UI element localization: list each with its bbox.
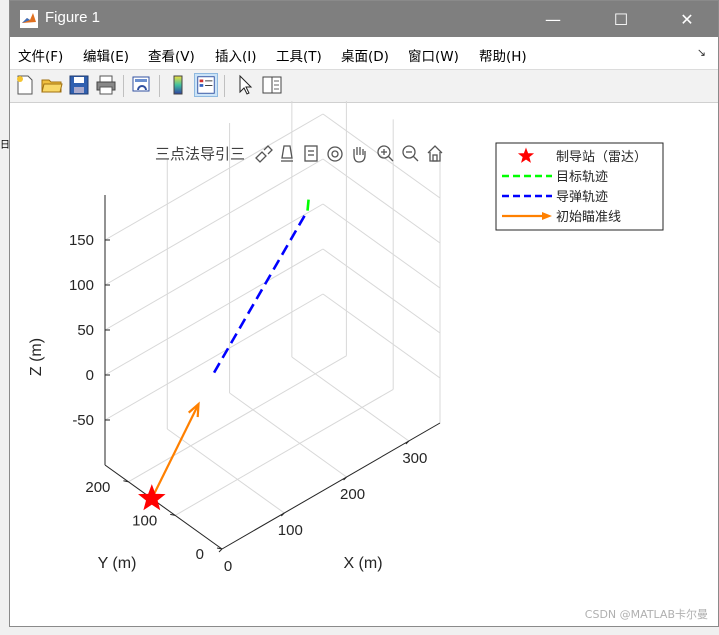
- matlab-icon: [20, 10, 38, 28]
- z-axis-label: Z (m): [28, 338, 45, 376]
- x-axis-label: X (m): [343, 555, 382, 572]
- plot-data: [138, 194, 311, 511]
- new-file-icon[interactable]: [13, 73, 37, 97]
- grid-line: [128, 355, 347, 483]
- grid-line: [104, 248, 324, 376]
- z-tick-label: 0: [86, 367, 94, 384]
- grid-line: [104, 203, 324, 331]
- grid-line: [229, 392, 347, 478]
- pointer-icon[interactable]: [233, 73, 257, 97]
- chart-title: 三点法导引三: [155, 146, 245, 163]
- series-line-目标轨迹: [306, 194, 311, 211]
- menu-tools[interactable]: 工具(T): [276, 45, 322, 65]
- menu-edit[interactable]: 编辑(E): [83, 45, 129, 65]
- y-tick-label: 100: [132, 512, 157, 529]
- station-marker: [138, 484, 166, 511]
- pan-icon[interactable]: [353, 147, 366, 163]
- rotate-3d-icon[interactable]: [327, 146, 343, 162]
- watermark: CSDN @MATLAB卡尔曼: [584, 608, 708, 621]
- menu-help[interactable]: 帮助(H): [479, 45, 527, 65]
- z-tick-label: 150: [69, 232, 94, 249]
- data-cursor-icon[interactable]: [304, 145, 318, 162]
- menu-window[interactable]: 窗口(W): [408, 45, 459, 65]
- grid-line: [322, 203, 441, 289]
- z-tick-label: 50: [77, 322, 94, 339]
- grid-line: [104, 158, 324, 286]
- legend-icon[interactable]: [194, 73, 218, 97]
- menu-desktop[interactable]: 桌面(D): [341, 45, 389, 65]
- legend-entry-label: 目标轨迹: [556, 170, 608, 185]
- menu-bar: 文件(F) 编辑(E) 查看(V) 插入(I) 工具(T) 桌面(D) 窗口(W…: [10, 38, 718, 68]
- colorbar-icon[interactable]: [166, 73, 190, 97]
- toolbar-separator: [123, 75, 124, 97]
- property-inspector-icon[interactable]: [260, 73, 284, 97]
- legend-entry-label: 导弹轨迹: [556, 190, 608, 205]
- print-icon[interactable]: [94, 73, 118, 97]
- figure-window: Figure 1 — ☐ ✕ 文件(F) 编辑(E) 查看(V) 插入(I) 工…: [9, 0, 719, 627]
- x-tick-label: 100: [278, 522, 303, 539]
- maximize-button[interactable]: ☐: [596, 1, 646, 37]
- z-tick-label: 100: [69, 277, 94, 294]
- title-bar[interactable]: Figure 1 — ☐ ✕: [10, 1, 718, 37]
- grid-line: [322, 293, 441, 379]
- link-plot-icon[interactable]: [130, 73, 154, 97]
- x-tick-label: 300: [402, 450, 427, 467]
- grid-line: [322, 248, 441, 334]
- z-tick-label: -50: [72, 412, 94, 429]
- axes-grid: [104, 101, 441, 553]
- legend[interactable]: 制导站（雷达） 目标轨迹导弹轨迹初始瞄准线: [495, 142, 664, 231]
- grid-line: [166, 428, 285, 514]
- menu-file[interactable]: 文件(F): [18, 45, 63, 65]
- grid-line: [104, 113, 324, 241]
- grid-line: [104, 293, 324, 421]
- save-icon[interactable]: [67, 73, 91, 97]
- y-axis-line: [104, 464, 223, 550]
- grid-line: [322, 113, 441, 199]
- figure-toolbar: [10, 69, 718, 103]
- menu-view[interactable]: 查看(V): [148, 45, 195, 65]
- axes-labels: 0 100 200 300 0 100 200 -50 0 50 100 150 X (m) Y (m) Z…: [28, 146, 427, 575]
- close-button[interactable]: ✕: [662, 1, 712, 37]
- open-folder-icon[interactable]: [40, 73, 64, 97]
- restore-view-icon[interactable]: [427, 145, 443, 162]
- axes-toolbar: [255, 145, 443, 163]
- window-title: Figure 1: [45, 9, 101, 26]
- y-tick-label: 200: [85, 479, 110, 496]
- y-axis-label: Y (m): [98, 555, 137, 572]
- data-tip-icon[interactable]: [281, 145, 293, 162]
- zoom-out-icon[interactable]: [402, 145, 419, 162]
- y-tick-label: 0: [196, 546, 204, 563]
- aim-line: [150, 403, 200, 500]
- x-tick-label: 0: [224, 558, 232, 575]
- minimize-button[interactable]: —: [528, 1, 578, 37]
- toolbar-separator: [159, 75, 160, 97]
- grid-line: [291, 356, 410, 442]
- grid-line: [322, 158, 441, 244]
- x-tick-label: 200: [340, 486, 365, 503]
- background-edge-fragment: 日: [0, 140, 10, 151]
- dock-arrow-icon[interactable]: ↘: [697, 46, 706, 59]
- toolbar-separator: [224, 75, 225, 97]
- legend-entry-label: 初始瞄准线: [556, 210, 621, 225]
- x-tick: [218, 548, 223, 553]
- plot-area[interactable]: 0 100 200 300 0 100 200 -50 0 50 100 150 X (m) Y (m) Z…: [10, 101, 718, 626]
- legend-entry-label: 制导站（雷达）: [556, 150, 647, 165]
- menu-insert[interactable]: 插入(I): [215, 45, 257, 65]
